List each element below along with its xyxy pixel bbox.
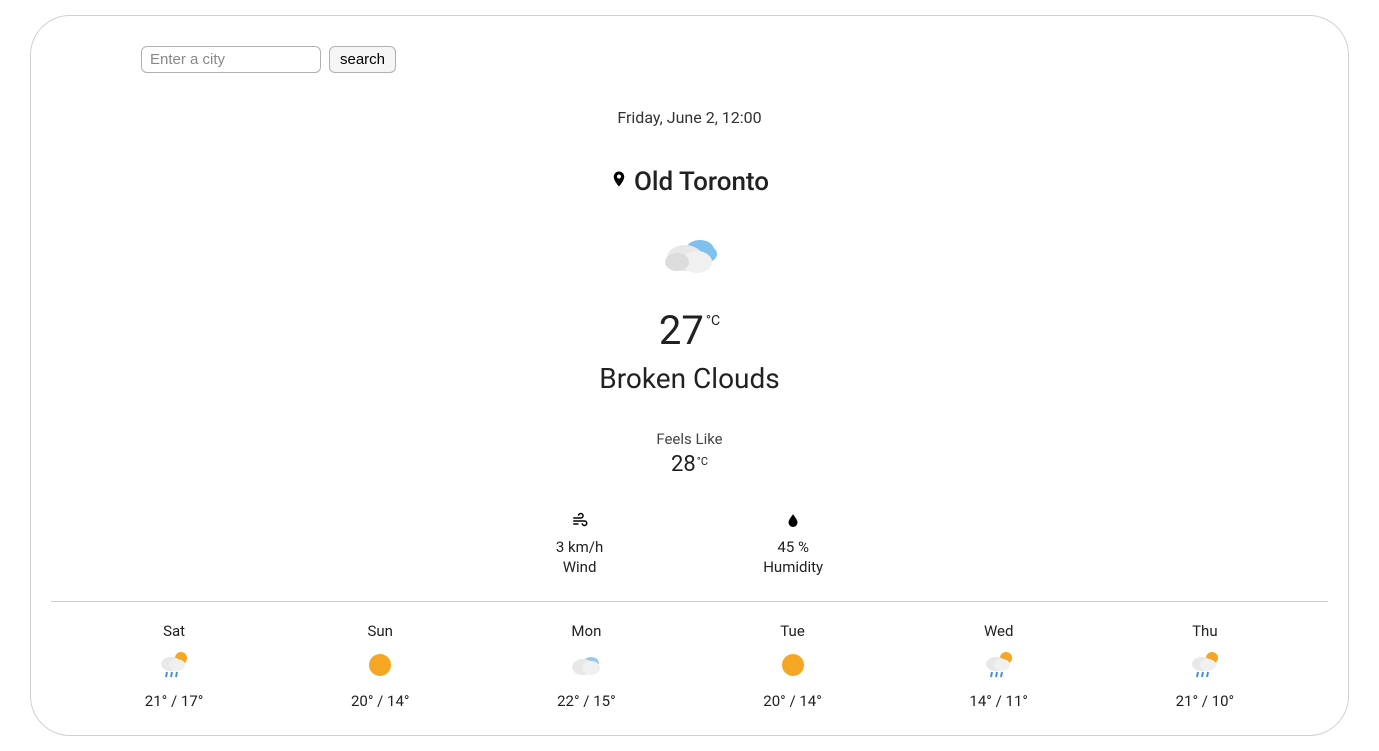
forecast-day: Tue 20° / 14° xyxy=(763,622,822,710)
location-pin-icon xyxy=(610,167,628,197)
location-row: Old Toronto xyxy=(71,167,1308,197)
weather-card: search Friday, June 2, 12:00 Old Toronto… xyxy=(30,15,1349,736)
forecast-day-temps: 21° / 10° xyxy=(1176,692,1235,710)
wind-label: Wind xyxy=(556,558,603,576)
forecast-day-icon xyxy=(763,650,822,680)
humidity-metric: 45 % Humidity xyxy=(763,512,823,576)
current-datetime: Friday, June 2, 12:00 xyxy=(71,108,1308,127)
forecast-day-temps: 22° / 15° xyxy=(557,692,616,710)
forecast-day: Sat 21° / 17° xyxy=(145,622,204,710)
current-temperature-row: 27 °C xyxy=(659,307,720,354)
metrics-row: 3 km/h Wind 45 % Humidity xyxy=(71,512,1308,576)
forecast-row: Sat 21° / 17° Sun 20° / 14° Mon 22° / 15° Tue 2… xyxy=(71,622,1308,710)
forecast-day-icon xyxy=(1176,650,1235,680)
forecast-day-icon xyxy=(557,650,616,680)
forecast-day-temps: 21° / 17° xyxy=(145,692,204,710)
humidity-value: 45 % xyxy=(763,538,823,556)
divider xyxy=(51,601,1328,602)
wind-value: 3 km/h xyxy=(556,538,603,556)
wind-icon xyxy=(556,512,603,538)
current-condition: Broken Clouds xyxy=(71,362,1308,395)
forecast-day: Mon 22° / 15° xyxy=(557,622,616,710)
forecast-day-name: Sat xyxy=(145,622,204,640)
forecast-day-name: Wed xyxy=(969,622,1028,640)
forecast-day-icon xyxy=(351,650,410,680)
forecast-day: Thu 21° / 10° xyxy=(1176,622,1235,710)
forecast-day-name: Thu xyxy=(1176,622,1235,640)
temperature-unit: °C xyxy=(706,313,720,329)
humidity-icon xyxy=(763,512,823,538)
current-weather-icon xyxy=(71,232,1308,282)
search-button[interactable]: search xyxy=(329,46,396,73)
forecast-day-icon xyxy=(145,650,204,680)
current-temperature: 27 xyxy=(659,307,704,354)
feels-like-unit: °C xyxy=(697,455,708,468)
forecast-day-temps: 14° / 11° xyxy=(969,692,1028,710)
humidity-label: Humidity xyxy=(763,558,823,576)
wind-metric: 3 km/h Wind xyxy=(556,512,603,576)
forecast-day-name: Mon xyxy=(557,622,616,640)
feels-like-row: 28 °C xyxy=(671,452,708,477)
forecast-day-name: Tue xyxy=(763,622,822,640)
search-row: search xyxy=(141,46,1308,73)
forecast-day-name: Sun xyxy=(351,622,410,640)
forecast-day: Wed 14° / 11° xyxy=(969,622,1028,710)
forecast-day: Sun 20° / 14° xyxy=(351,622,410,710)
forecast-day-temps: 20° / 14° xyxy=(763,692,822,710)
feels-like-label: Feels Like xyxy=(71,430,1308,448)
forecast-day-temps: 20° / 14° xyxy=(351,692,410,710)
city-search-input[interactable] xyxy=(141,46,321,73)
forecast-day-icon xyxy=(969,650,1028,680)
location-name: Old Toronto xyxy=(634,167,769,197)
feels-like-value: 28 xyxy=(671,452,696,477)
